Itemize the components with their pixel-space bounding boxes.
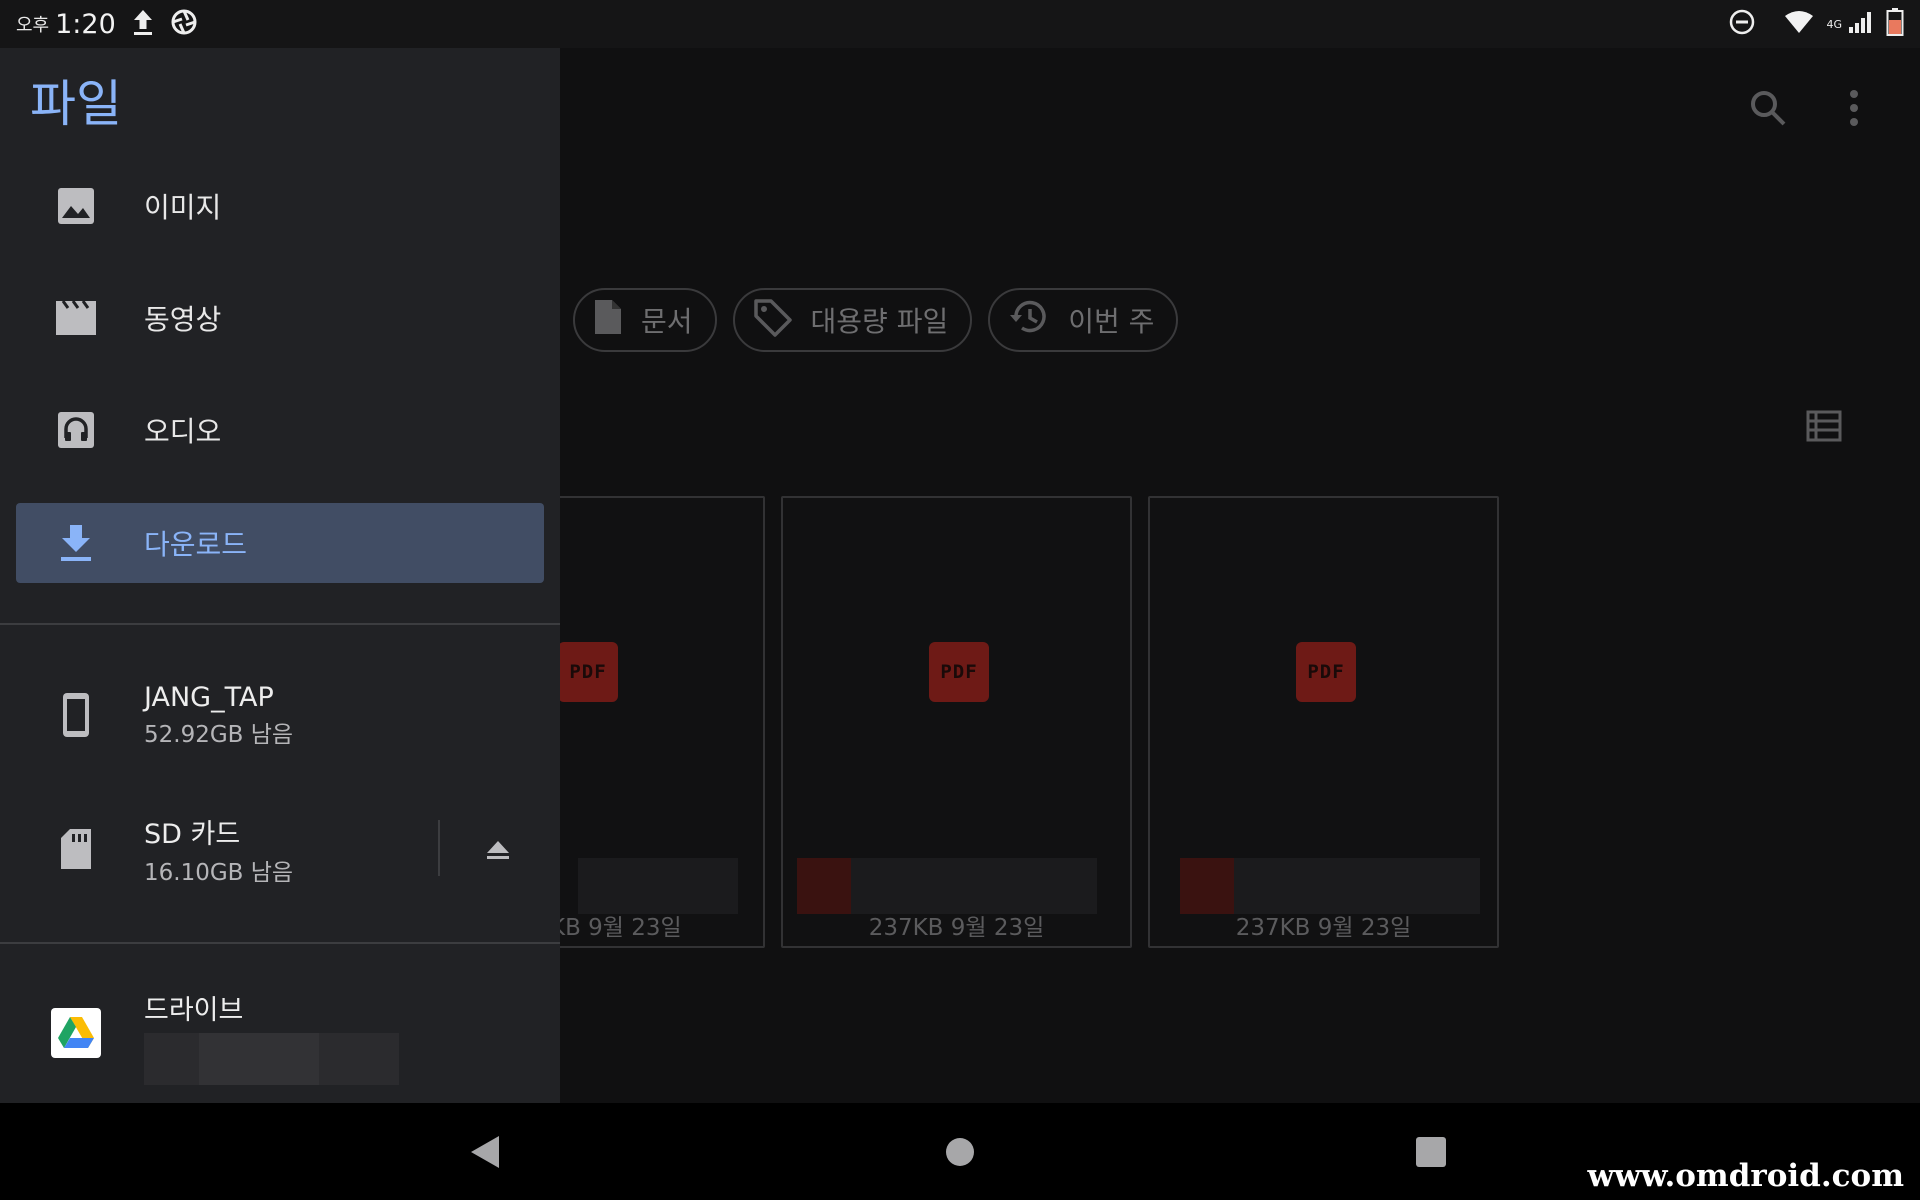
nav-item-audio[interactable]: 오디오 — [16, 390, 544, 470]
file-meta: 237KB 9월 23일 — [868, 915, 1045, 941]
watermark: www.omdroid.com — [1587, 1158, 1905, 1194]
file-grid: PDF KB 9월 23일 PDF 237KB 9월 23일 PDF 237KB… — [550, 496, 1499, 948]
battery-icon — [1886, 8, 1904, 40]
nav-item-images[interactable]: 이미지 — [16, 166, 544, 246]
storage-name: SD 카드 — [144, 818, 241, 850]
file-card[interactable]: PDF 237KB 9월 23일 — [1148, 496, 1499, 948]
signal-icon — [1848, 11, 1874, 37]
eject-icon[interactable] — [478, 830, 518, 870]
chip-label: 이번 주 — [1068, 305, 1155, 338]
redacted-account — [144, 1033, 399, 1085]
google-drive-icon — [48, 1008, 104, 1058]
storage-internal[interactable]: JANG_TAP 52.92GB 남음 — [16, 660, 544, 770]
wifi-icon — [1784, 10, 1814, 38]
dnd-icon — [1728, 8, 1756, 40]
eject-separator — [438, 820, 440, 876]
chip-label: 대용량 파일 — [810, 305, 949, 338]
cloud-drive[interactable]: 드라이브 — [16, 988, 544, 1098]
nav-item-label: 동영상 — [144, 303, 222, 336]
navigation-drawer: 파일 이미지 동영상 오디오 다운로드 JANG_TAP 52.92GB 남음 — [0, 48, 560, 1103]
upload-icon — [130, 7, 156, 41]
history-icon — [1008, 298, 1050, 343]
file-card[interactable]: PDF KB 9월 23일 — [550, 496, 765, 948]
file-card[interactable]: PDF 237KB 9월 23일 — [781, 496, 1132, 948]
storage-free: 52.92GB 남음 — [144, 721, 294, 748]
image-icon — [48, 187, 104, 225]
download-icon — [48, 524, 104, 562]
storage-free: 16.10GB 남음 — [144, 859, 294, 886]
drawer-divider — [0, 942, 560, 944]
status-bar: 오후 1:20 4G — [0, 0, 1920, 48]
nav-item-videos[interactable]: 동영상 — [16, 278, 544, 358]
tag-icon — [753, 297, 793, 344]
list-view-icon[interactable] — [1806, 410, 1842, 446]
storage-name: JANG_TAP — [144, 681, 274, 713]
more-options-icon[interactable] — [1848, 88, 1860, 132]
nav-item-label: 오디오 — [144, 415, 222, 448]
video-icon — [48, 300, 104, 336]
pdf-icon: PDF — [558, 642, 618, 702]
nav-item-label: 이미지 — [144, 191, 222, 224]
back-icon[interactable] — [462, 1129, 508, 1175]
sd-card-icon — [48, 828, 104, 870]
pdf-icon: PDF — [929, 642, 989, 702]
headphones-icon — [48, 411, 104, 449]
redacted-file-name — [578, 858, 738, 914]
cloud-name: 드라이브 — [144, 995, 244, 1026]
nav-item-label: 다운로드 — [144, 528, 248, 561]
file-meta: KB 9월 23일 — [550, 915, 682, 941]
phone-icon — [48, 692, 104, 738]
chip-label: 문서 — [641, 305, 693, 338]
document-icon — [593, 298, 623, 343]
search-icon[interactable] — [1748, 88, 1788, 132]
drawer-divider — [0, 623, 560, 625]
recents-icon[interactable] — [1408, 1129, 1454, 1175]
redacted-file-name — [797, 858, 1097, 914]
pdf-icon: PDF — [1296, 642, 1356, 702]
status-time: 1:20 — [55, 8, 116, 40]
chip-large-files[interactable]: 대용량 파일 — [732, 288, 973, 352]
redacted-file-name — [1180, 858, 1480, 914]
chip-this-week[interactable]: 이번 주 — [988, 288, 1179, 352]
status-ampm: 오후 — [16, 15, 50, 36]
storage-sd-card[interactable]: SD 카드 16.10GB 남음 — [16, 794, 544, 904]
nav-item-downloads[interactable]: 다운로드 — [16, 503, 544, 583]
filter-chips: 상 문서 대용량 파일 이번 주 — [460, 288, 1179, 352]
home-icon[interactable] — [937, 1129, 983, 1175]
aperture-icon — [170, 8, 198, 40]
chip-documents[interactable]: 문서 — [573, 288, 717, 352]
drawer-title: 파일 — [30, 75, 122, 133]
network-type: 4G — [1826, 17, 1842, 31]
file-meta: 237KB 9월 23일 — [1235, 915, 1412, 941]
